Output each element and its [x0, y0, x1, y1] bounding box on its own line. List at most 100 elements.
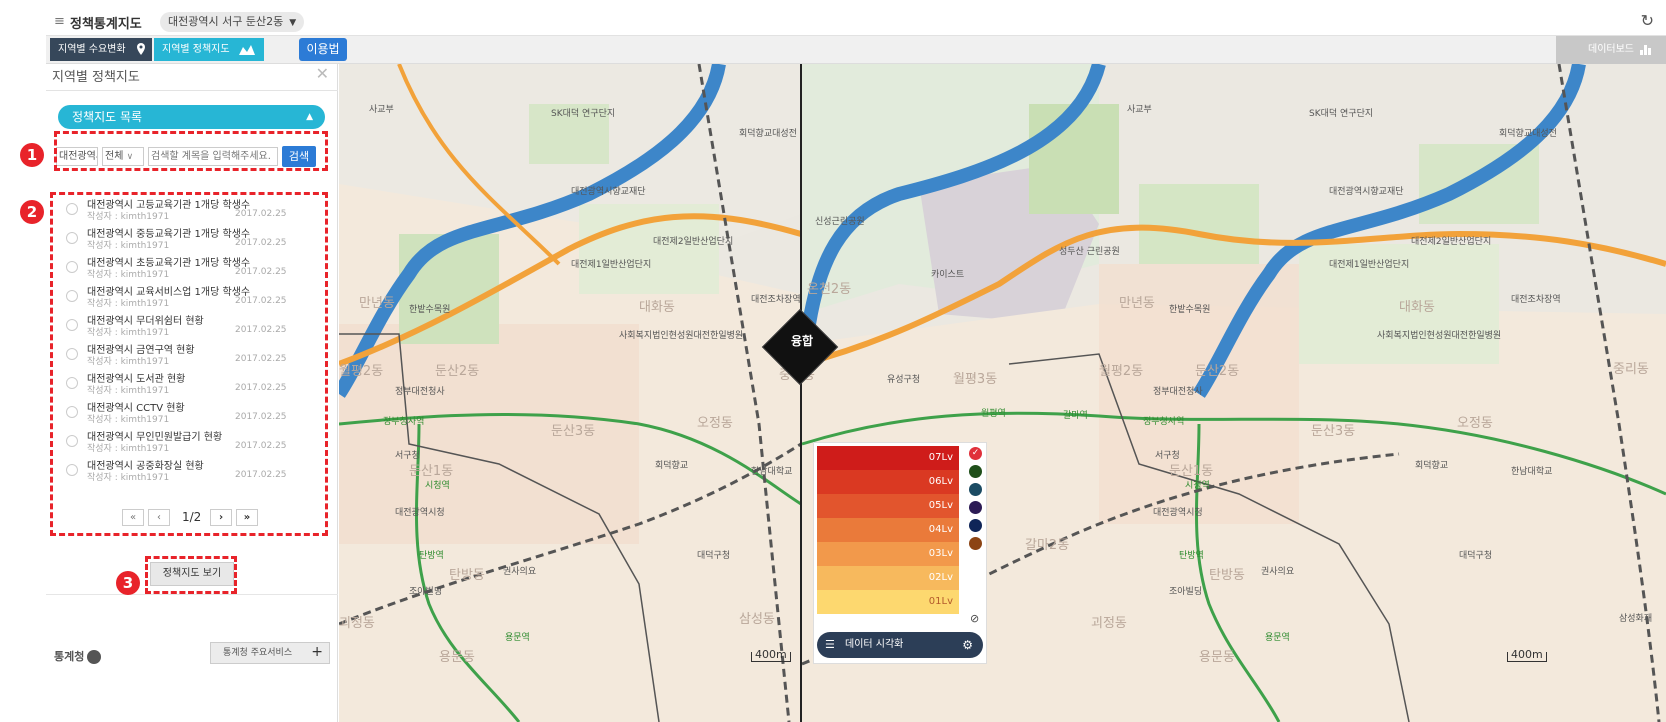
location-pin-icon	[137, 43, 145, 55]
map-label: 유성구청	[887, 375, 921, 385]
annotation-box-view-button	[145, 556, 237, 594]
legend-level[interactable]: 01Lv	[817, 590, 959, 614]
map-label: 대전광역시청	[1153, 508, 1203, 518]
map-view[interactable]: 사교부 SK대덕 연구단지 회덕향교대성전 대전광역시향교재단 대전제2일반산업…	[339, 64, 1666, 722]
viz-button-label: 데이터 시각화	[845, 639, 904, 650]
main-services-button[interactable]: 통계청 주요서비스 +	[210, 642, 330, 664]
legend-panel: 07Lv 06Lv 05Lv 04Lv 03Lv 02Lv 01Lv ✓ ⊘ ☰…	[813, 442, 987, 664]
map-label: 대전제2일반산업단지	[653, 237, 734, 247]
annotation-box-list	[50, 192, 328, 536]
station-label: 갈마역	[1063, 411, 1088, 421]
color-swatch[interactable]	[969, 537, 982, 550]
map-label: 회덕향교	[655, 461, 689, 471]
legend-level[interactable]: 05Lv	[817, 494, 959, 518]
annotation-number: 3	[116, 571, 140, 595]
map-label: 한남대학교	[751, 467, 793, 477]
panel-title: 지역별 정책지도	[52, 70, 140, 85]
map-label: SK대덕 연구단지	[551, 109, 616, 119]
district-label: 만년동	[1119, 296, 1155, 311]
map-label: 카이스트	[931, 270, 965, 280]
district-label: 둔산1동	[409, 464, 454, 479]
district-label: 대화동	[639, 300, 675, 315]
map-label: 한남대학교	[1511, 467, 1553, 477]
map-label: 정부대전청사	[1153, 387, 1203, 397]
district-label: 온천2동	[807, 282, 852, 297]
divider	[46, 90, 338, 91]
color-swatch[interactable]	[969, 465, 982, 478]
fusion-toggle-label: 융합	[790, 334, 814, 348]
map-label: 사회복지법인현성원대전한일병원	[1377, 331, 1502, 341]
map-label: 대전광역시향교재단	[1329, 187, 1404, 197]
map-label: 삼성화재	[1619, 614, 1653, 624]
station-label: 정부청사역	[383, 417, 425, 427]
map-label: 사회복지법인현성원대전한일병원	[619, 331, 744, 341]
tab-label: 지역별 수요변화	[58, 44, 126, 55]
legend-level[interactable]: 03Lv	[817, 542, 959, 566]
tab-regional-policy-map[interactable]: 지역별 정책지도	[154, 38, 264, 61]
data-visualization-button[interactable]: ☰ 데이터 시각화 ⚙	[817, 632, 983, 658]
tab-regional-demand-change[interactable]: 지역별 수요변화	[50, 38, 152, 61]
district-label: 중리동	[1613, 362, 1649, 377]
map-label: 대전제2일반산업단지	[1411, 237, 1492, 247]
map-label: 대덕구청	[697, 551, 731, 561]
district-label: 월평2동	[1099, 364, 1144, 379]
data-board-label: 데이터보드	[1588, 44, 1634, 55]
district-label: 탄방동	[1209, 568, 1245, 583]
station-label: 시청역	[1185, 481, 1210, 491]
district-label: 용문동	[439, 650, 475, 665]
bar-chart-icon	[1640, 45, 1651, 55]
district-label: 괴정동	[1091, 616, 1127, 631]
district-label: 둔산1동	[1169, 464, 1214, 479]
map-label: 대전광역시청	[395, 508, 445, 518]
map-scale: 400m	[1507, 649, 1547, 662]
map-label: 사교부	[1127, 105, 1152, 115]
district-label: 둔산2동	[1195, 364, 1240, 379]
data-board-button[interactable]: 데이터보드	[1556, 36, 1666, 64]
map-scale: 400m	[751, 649, 791, 662]
station-label: 용문역	[505, 633, 530, 643]
close-icon[interactable]: ✕	[316, 64, 329, 83]
policy-map-list-header[interactable]: 정책지도 목록 ▲	[58, 105, 325, 129]
annotation-box-search	[54, 131, 328, 171]
legend-level[interactable]: 04Lv	[817, 518, 959, 542]
region-selector[interactable]: 대전광역시 서구 둔산2동 ▼	[160, 12, 305, 32]
gear-icon[interactable]: ⚙	[962, 632, 973, 658]
map-label: 대전제1일반산업단지	[571, 260, 652, 270]
help-button[interactable]: 이용법	[299, 38, 347, 61]
list-header-label: 정책지도 목록	[72, 110, 143, 124]
annotation-number: 2	[20, 200, 44, 224]
plus-icon: +	[311, 644, 323, 660]
logo-text: 통계청	[54, 650, 85, 663]
color-swatch[interactable]	[969, 483, 982, 496]
map-canvas[interactable]	[339, 64, 1666, 722]
annotation-number: 1	[20, 143, 44, 167]
color-swatch[interactable]	[969, 501, 982, 514]
logo-emblem-icon	[87, 650, 102, 664]
station-label: 탄방역	[1179, 551, 1204, 561]
chevron-up-icon: ▲	[306, 112, 313, 122]
map-label: 대전광역시향교재단	[571, 187, 646, 197]
ban-icon[interactable]: ⊘	[970, 612, 979, 625]
district-label: 둔산2동	[435, 364, 480, 379]
station-label: 정부청사역	[1143, 417, 1185, 427]
tab-label: 지역별 정책지도	[162, 44, 230, 55]
check-icon[interactable]: ✓	[969, 447, 982, 460]
refresh-icon[interactable]: ↻	[1641, 11, 1654, 30]
district-label: 대화동	[1399, 300, 1435, 315]
map-label: 대전제1일반산업단지	[1329, 260, 1410, 270]
district-label: 월평3동	[953, 372, 998, 387]
map-label: 회덕향교	[1415, 461, 1449, 471]
district-label: 탄방동	[449, 568, 485, 583]
map-label: 회덕향교대성전	[1499, 129, 1557, 139]
map-label: 권사의요	[503, 567, 537, 577]
list-icon: ☰	[825, 638, 835, 651]
menu-icon[interactable]: ≡	[54, 14, 65, 29]
legend-level[interactable]: 07Lv	[817, 446, 959, 470]
district-label: 괴정동	[339, 616, 375, 631]
legend-level[interactable]: 06Lv	[817, 470, 959, 494]
station-label: 탄방역	[419, 551, 444, 561]
map-label: 조아빌딩	[409, 587, 443, 597]
legend-level[interactable]: 02Lv	[817, 566, 959, 590]
color-swatch[interactable]	[969, 519, 982, 532]
station-label: 시청역	[425, 481, 450, 491]
